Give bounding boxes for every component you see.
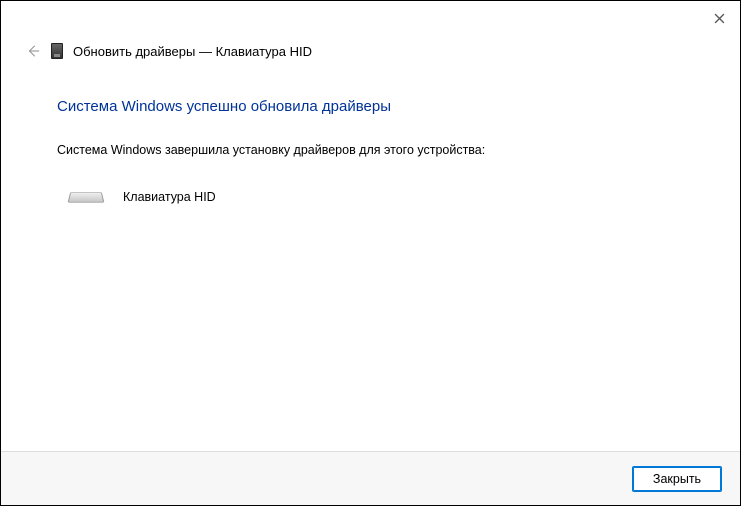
keyboard-icon xyxy=(68,192,105,202)
titlebar xyxy=(1,1,740,39)
dialog-footer: Закрыть xyxy=(1,451,740,505)
driver-update-dialog: Обновить драйверы — Клавиатура HID Систе… xyxy=(0,0,741,506)
device-name-label: Клавиатура HID xyxy=(123,190,216,204)
content-area: Система Windows успешно обновила драйвер… xyxy=(1,63,740,451)
description-text: Система Windows завершила установку драй… xyxy=(57,143,684,157)
success-heading: Система Windows успешно обновила драйвер… xyxy=(57,98,684,115)
device-row: Клавиатура HID xyxy=(57,189,684,205)
close-button[interactable]: Закрыть xyxy=(632,466,722,492)
dialog-title: Обновить драйверы — Клавиатура HID xyxy=(73,44,312,59)
header-row: Обновить драйверы — Клавиатура HID xyxy=(1,39,740,63)
device-type-icon xyxy=(51,43,63,59)
back-arrow-icon xyxy=(25,43,41,59)
close-icon[interactable] xyxy=(710,9,728,27)
